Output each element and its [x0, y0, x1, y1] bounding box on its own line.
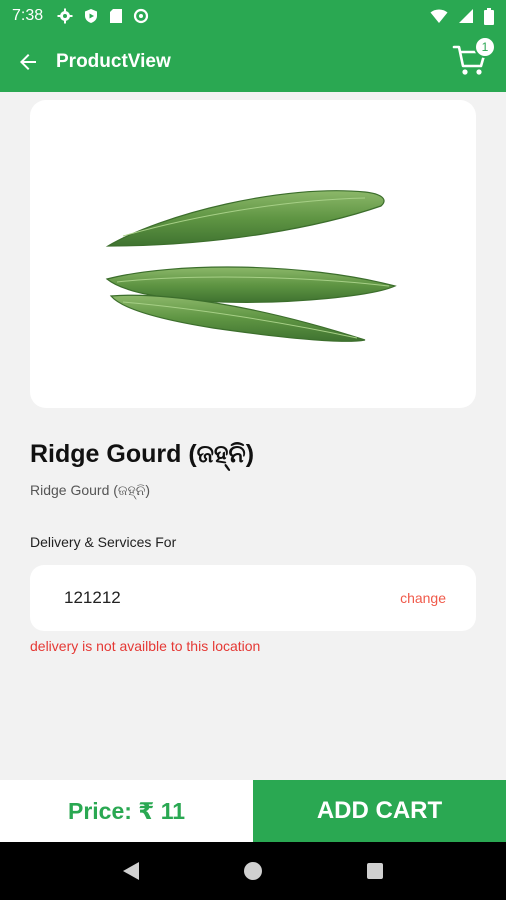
product-image-card: [30, 100, 476, 408]
battery-icon: [484, 7, 494, 25]
app-bar: ProductView 1: [0, 32, 506, 92]
nav-recents-button[interactable]: [363, 859, 387, 883]
status-system-icons: [430, 7, 494, 25]
nav-home-button[interactable]: [241, 859, 265, 883]
page-title: ProductView: [56, 51, 171, 72]
back-button[interactable]: [14, 48, 42, 76]
cart-count-badge: 1: [474, 36, 496, 58]
product-subtitle: Ridge Gourd (ଜହ୍ନି): [30, 482, 151, 498]
status-notification-icons: [57, 8, 149, 24]
bottom-action-bar: Price: ₹ 11 ADD CART: [0, 780, 506, 842]
cart-button[interactable]: 1: [452, 36, 496, 80]
circle-home-icon: [244, 862, 262, 880]
status-bar: 7:38: [0, 0, 506, 32]
wifi-icon: [430, 9, 448, 23]
delivery-label: Delivery & Services For: [30, 534, 177, 550]
add-cart-button[interactable]: ADD CART: [253, 780, 506, 842]
nav-back-button[interactable]: [119, 859, 143, 883]
pincode-box: 121212 change: [30, 565, 476, 631]
ridge-gourd-image: [105, 190, 397, 342]
sd-card-icon: [110, 9, 123, 23]
product-title: Ridge Gourd (ଜହ୍ନି): [30, 440, 255, 468]
shield-play-icon: [85, 9, 98, 23]
arrow-left-icon: [20, 54, 36, 70]
price-label: Price: ₹ 11: [0, 780, 253, 842]
data-saver-icon: [134, 8, 149, 24]
system-navigation-bar: [0, 842, 506, 900]
signal-icon: [459, 9, 473, 23]
delivery-error-message: delivery is not availble to this locatio…: [30, 638, 261, 654]
triangle-back-icon: [123, 862, 139, 880]
settings-icon: [57, 8, 73, 24]
status-time: 7:38: [12, 7, 44, 24]
square-recents-icon: [367, 863, 383, 879]
change-pincode-link[interactable]: change: [400, 590, 446, 606]
pincode-value: 121212: [64, 588, 121, 607]
